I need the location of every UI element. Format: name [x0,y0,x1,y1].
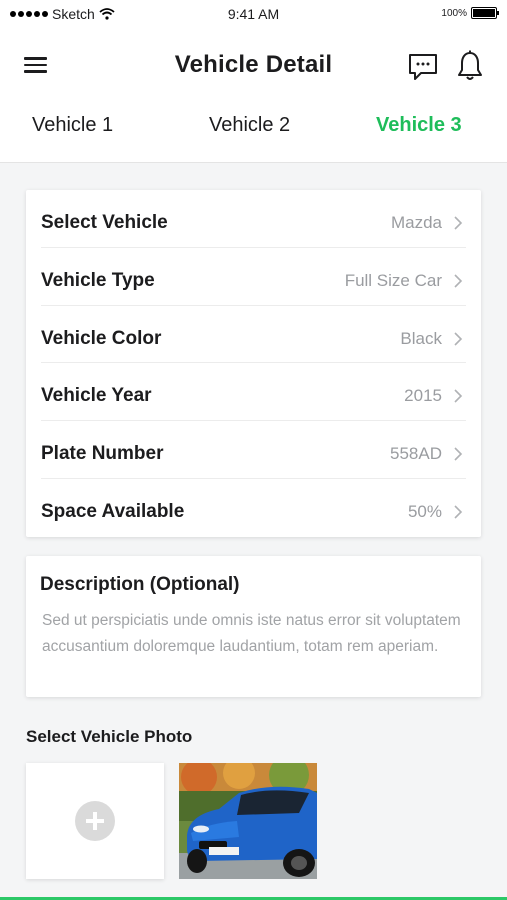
battery-fill [473,9,495,17]
vehicle-photo-thumbnail[interactable] [179,763,317,879]
description-card[interactable]: Description (Optional) Sed ut perspiciat… [26,556,481,697]
vehicle-type-row[interactable]: Vehicle Type Full Size Car [41,248,466,306]
row-label: Vehicle Color [41,327,162,349]
battery-icon [471,7,499,19]
tab-vehicle-1[interactable]: Vehicle 1 [32,114,113,137]
row-value: 50% [407,501,442,521]
tab-vehicle-2[interactable]: Vehicle 2 [209,114,290,137]
select-vehicle-row[interactable]: Select Vehicle Mazda [41,190,466,248]
vehicle-year-row[interactable]: Vehicle Year 2015 [41,363,466,422]
row-value: Black [400,328,442,348]
chevron-right-icon [454,505,463,519]
status-time: 9:41 AM [227,6,280,22]
photo-section-label: Select Vehicle Photo [26,727,193,746]
chevron-right-icon [454,389,463,403]
chevron-right-icon [454,274,463,288]
add-photo-button[interactable] [26,763,164,879]
row-label: Plate Number [41,443,164,465]
row-label: Space Available [41,500,185,522]
tab-vehicle-3[interactable]: Vehicle 3 [376,114,462,137]
row-label: Select Vehicle [41,212,168,233]
space-available-row[interactable]: Space Available 50% [41,479,466,537]
plate-number-row[interactable]: Plate Number 558AD [41,421,466,479]
chevron-right-icon [454,447,463,461]
status-bar: Sketch 9:41 AM 100% [0,0,507,30]
app-header: Vehicle Detail Vehicle 1 Vehicle 2 Vehic… [0,30,507,163]
description-title: Description (Optional) [40,574,240,595]
description-text: Sed ut perspiciatis unde omnis iste natu… [42,612,461,655]
row-label: Vehicle Type [41,269,155,291]
row-value: Full Size Car [344,270,442,290]
vehicle-tabs: Vehicle 1 Vehicle 2 Vehicle 3 [0,114,507,144]
bell-icon[interactable] [456,50,484,82]
row-label: Vehicle Year [41,385,152,407]
battery-status: 100% [441,7,499,19]
chevron-right-icon [454,332,463,346]
row-value: 2015 [404,386,442,406]
battery-percent: 100% [441,7,467,19]
chevron-right-icon [454,216,463,230]
plus-circle-icon [75,801,115,841]
row-value: 558AD [390,444,442,464]
chat-bubble-icon[interactable] [407,52,439,82]
vehicle-details-card: Select Vehicle Mazda Vehicle Type Full S… [26,190,481,537]
vehicle-color-row[interactable]: Vehicle Color Black [41,306,466,364]
row-value: Mazda [390,213,442,232]
